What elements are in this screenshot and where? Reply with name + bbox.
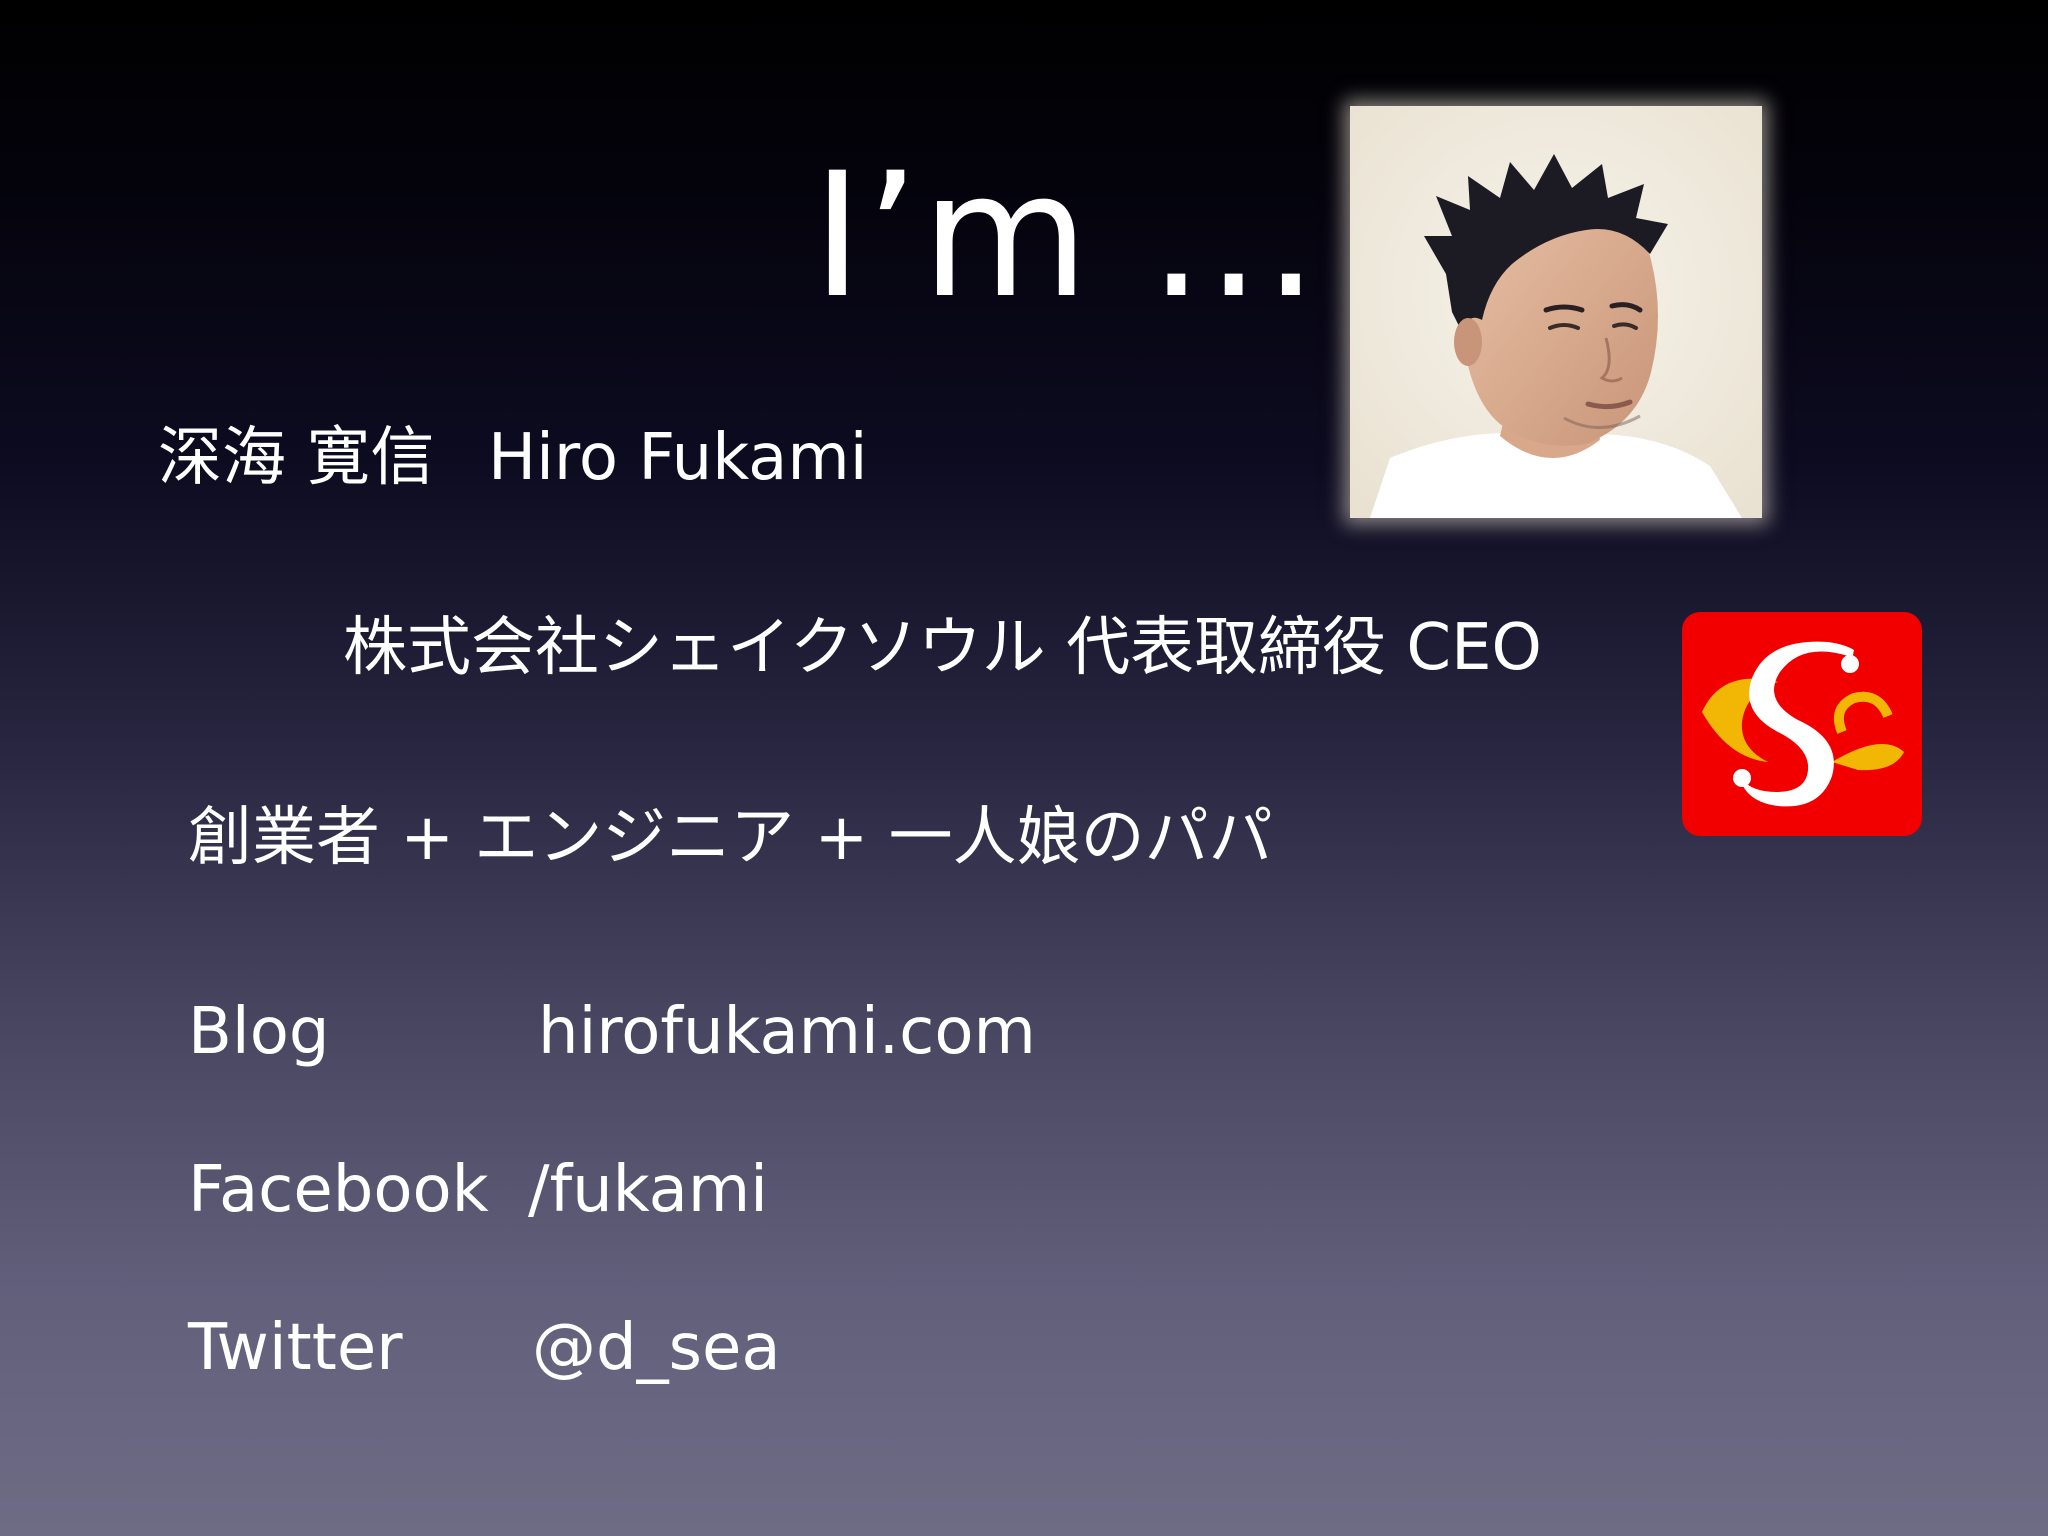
profile-photo xyxy=(1350,106,1762,518)
facebook-value: /fukami xyxy=(528,1153,768,1227)
twitter-value: @d_sea xyxy=(532,1311,781,1385)
slide-title: I’m … xyxy=(812,135,1322,336)
facebook-label: Facebook xyxy=(188,1153,489,1227)
company-title: 株式会社シェイクソウル 代表取締役 CEO xyxy=(343,611,1542,685)
shakesoul-logo-icon xyxy=(1682,612,1922,836)
name-japanese: 深海 寛信 xyxy=(158,421,435,495)
name-english: Hiro Fukami xyxy=(488,421,868,495)
blog-value: hirofukami.com xyxy=(538,995,1036,1069)
twitter-label: Twitter xyxy=(188,1311,403,1385)
roles-line: 創業者 + エンジニア + 一人娘のパパ xyxy=(188,801,1273,875)
blog-label: Blog xyxy=(188,995,330,1069)
